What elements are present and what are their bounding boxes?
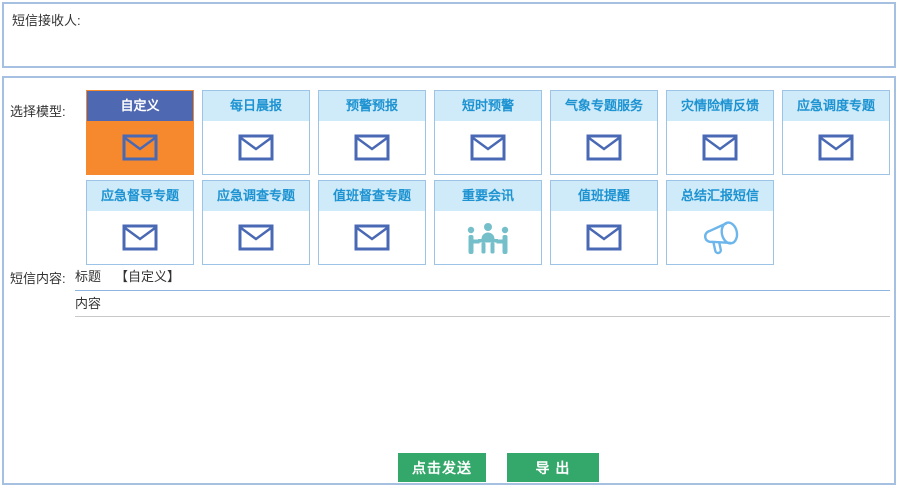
template-card[interactable]: 预警预报 bbox=[318, 90, 426, 175]
sms-title-field[interactable]: 标题 【自定义】 bbox=[75, 267, 890, 291]
template-card[interactable]: 值班提醒 bbox=[550, 180, 658, 265]
envelope-icon bbox=[551, 121, 657, 174]
content-field-label: 内容 bbox=[75, 293, 101, 312]
template-card-label: 应急督导专题 bbox=[87, 181, 193, 211]
meeting-icon bbox=[435, 211, 541, 264]
template-row-1: 自定义每日晨报预警预报短时预警气象专题服务灾情险情反馈应急调度专题 bbox=[86, 90, 890, 175]
envelope-icon bbox=[551, 211, 657, 264]
template-card[interactable]: 灾情险情反馈 bbox=[666, 90, 774, 175]
title-field-label: 标题 bbox=[75, 266, 101, 285]
envelope-icon bbox=[435, 121, 541, 174]
export-button[interactable]: 导 出 bbox=[507, 453, 599, 482]
template-card[interactable]: 值班督查专题 bbox=[318, 180, 426, 265]
recipients-input[interactable] bbox=[4, 28, 894, 66]
envelope-icon bbox=[319, 121, 425, 174]
compose-panel: 选择模型: 自定义每日晨报预警预报短时预警气象专题服务灾情险情反馈应急调度专题 … bbox=[2, 76, 896, 485]
template-card-label: 灾情险情反馈 bbox=[667, 91, 773, 121]
template-card[interactable]: 短时预警 bbox=[434, 90, 542, 175]
envelope-icon bbox=[667, 121, 773, 174]
template-card-label: 自定义 bbox=[87, 91, 193, 121]
envelope-icon bbox=[203, 211, 309, 264]
template-card[interactable]: 应急督导专题 bbox=[86, 180, 194, 265]
title-field-value: 【自定义】 bbox=[115, 266, 180, 285]
template-card-label: 总结汇报短信 bbox=[667, 181, 773, 211]
template-card[interactable]: 总结汇报短信 bbox=[666, 180, 774, 265]
template-card-label: 每日晨报 bbox=[203, 91, 309, 121]
template-card[interactable]: 气象专题服务 bbox=[550, 90, 658, 175]
template-card[interactable]: 每日晨报 bbox=[202, 90, 310, 175]
template-card-label: 重要会讯 bbox=[435, 181, 541, 211]
template-card-label: 应急调度专题 bbox=[783, 91, 889, 121]
template-card-label: 值班提醒 bbox=[551, 181, 657, 211]
template-card-label: 值班督查专题 bbox=[319, 181, 425, 211]
template-card[interactable]: 应急调度专题 bbox=[782, 90, 890, 175]
envelope-icon bbox=[87, 211, 193, 264]
template-card[interactable]: 自定义 bbox=[86, 90, 194, 175]
template-row-2: 应急督导专题应急调查专题值班督查专题重要会讯值班提醒总结汇报短信 bbox=[86, 180, 774, 265]
envelope-icon bbox=[203, 121, 309, 174]
envelope-icon bbox=[319, 211, 425, 264]
megaphone-icon bbox=[667, 211, 773, 264]
select-model-label: 选择模型: bbox=[10, 101, 66, 120]
envelope-icon bbox=[87, 121, 193, 174]
recipients-box: 短信接收人: bbox=[2, 2, 896, 68]
recipients-label: 短信接收人: bbox=[12, 10, 81, 29]
template-card-label: 气象专题服务 bbox=[551, 91, 657, 121]
template-card-label: 预警预报 bbox=[319, 91, 425, 121]
template-card-label: 短时预警 bbox=[435, 91, 541, 121]
sms-content-label: 短信内容: bbox=[10, 268, 66, 287]
template-card[interactable]: 重要会讯 bbox=[434, 180, 542, 265]
send-button[interactable]: 点击发送 bbox=[398, 453, 486, 482]
envelope-icon bbox=[783, 121, 889, 174]
template-card[interactable]: 应急调查专题 bbox=[202, 180, 310, 265]
template-card-label: 应急调查专题 bbox=[203, 181, 309, 211]
sms-content-field[interactable]: 内容 bbox=[75, 295, 890, 317]
